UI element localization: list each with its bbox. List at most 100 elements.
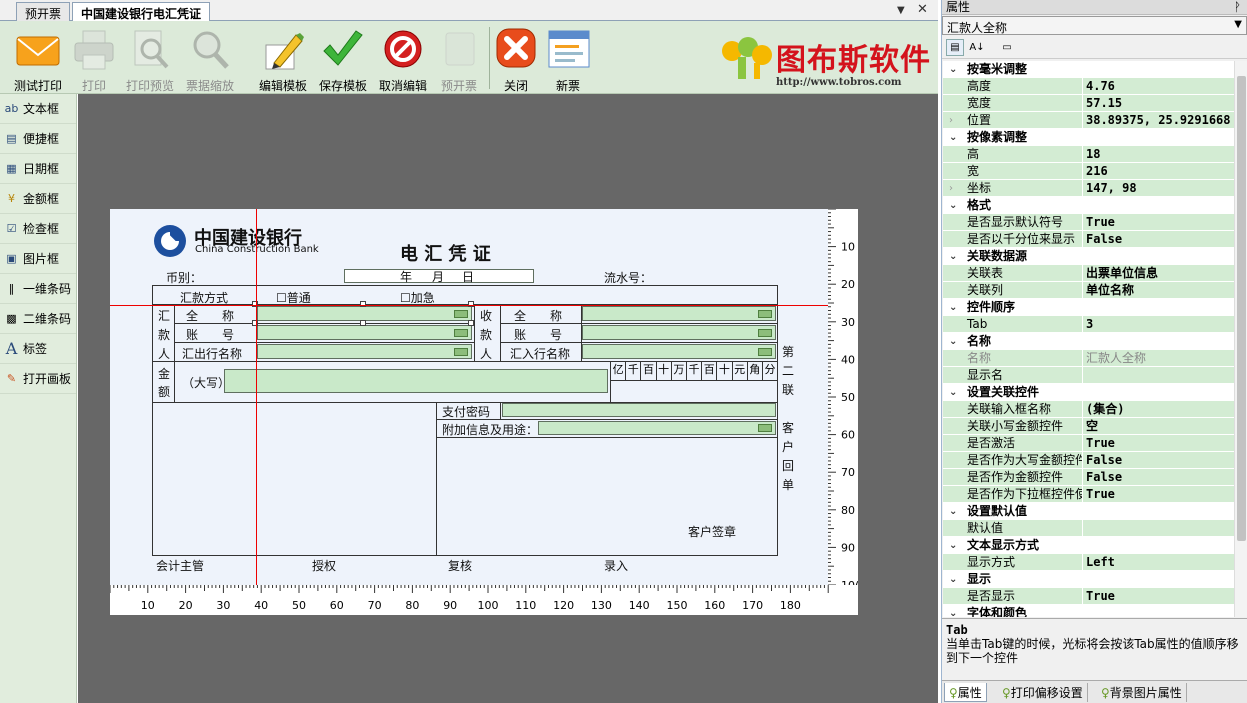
sidebar-item-quickbox[interactable]: ▤ 便捷框 <box>0 124 76 154</box>
property-category[interactable]: ⌄ 设置关联控件 <box>943 384 1234 401</box>
property-value[interactable]: (集合) <box>1083 401 1234 418</box>
field-button-icon[interactable] <box>454 310 468 318</box>
property-row[interactable]: 是否显示 True <box>943 588 1234 605</box>
property-row[interactable]: 是否作为金额控件 False <box>943 469 1234 486</box>
collapse-chevron-icon[interactable]: ⌄ <box>949 333 957 350</box>
property-row[interactable]: 默认值 <box>943 520 1234 537</box>
property-value[interactable]: 4.76 <box>1083 78 1234 95</box>
sidebar-item-textbox[interactable]: ab 文本框 <box>0 94 76 124</box>
capital-amount-field[interactable] <box>224 369 608 393</box>
property-category[interactable]: ⌄ 按像素调整 <box>943 129 1234 146</box>
property-value[interactable]: 38.89375, 25.9291668 <box>1083 112 1234 129</box>
tab-pre-invoice[interactable]: 预开票 <box>16 2 71 21</box>
collapse-chevron-icon[interactable]: ⌄ <box>949 129 957 146</box>
tab-print-offset[interactable]: ♀打印偏移设置 <box>998 683 1088 702</box>
property-category[interactable]: ⌄ 控件顺序 <box>943 299 1234 316</box>
property-value[interactable]: True <box>1083 214 1234 231</box>
property-row[interactable]: 是否以千分位来显示 False <box>943 231 1234 248</box>
extra-info-field[interactable] <box>538 421 776 435</box>
property-value[interactable]: 3 <box>1083 316 1234 333</box>
remit-bank-field[interactable] <box>257 344 472 359</box>
property-row[interactable]: 关联列 单位名称 <box>943 282 1234 299</box>
guide-line-vertical[interactable] <box>256 209 257 585</box>
recv-bank-field[interactable] <box>582 344 776 359</box>
property-row[interactable]: 显示名 <box>943 367 1234 384</box>
property-value[interactable]: 147, 98 <box>1083 180 1234 197</box>
property-row[interactable]: 高 18 <box>943 146 1234 163</box>
save-template-button[interactable]: 保存模板 <box>312 25 374 93</box>
property-row[interactable]: 名称 汇款人全称 <box>943 350 1234 367</box>
property-value[interactable]: 空 <box>1083 418 1234 435</box>
property-row[interactable]: 是否激活 True <box>943 435 1234 452</box>
pre-invoice-button[interactable]: 预开票 <box>428 25 490 93</box>
property-value[interactable] <box>1083 367 1234 384</box>
remitter-name-field[interactable] <box>257 306 472 321</box>
field-button-icon[interactable] <box>758 329 772 337</box>
property-category[interactable]: ⌄ 关联数据源 <box>943 248 1234 265</box>
sidebar-item-datebox[interactable]: ▦ 日期框 <box>0 154 76 184</box>
sidebar-item-label-control[interactable]: A 标签 <box>0 334 76 364</box>
collapse-chevron-icon[interactable]: ⌄ <box>949 384 957 401</box>
resize-handle[interactable] <box>360 301 366 307</box>
property-value[interactable]: 出票单位信息 <box>1083 265 1234 282</box>
scrollbar-thumb[interactable] <box>1237 76 1246 541</box>
tab-properties[interactable]: ♀属性 <box>944 683 987 702</box>
property-row[interactable]: 显示方式 Left <box>943 554 1234 571</box>
property-value[interactable]: True <box>1083 435 1234 452</box>
tab-ccb-voucher[interactable]: 中国建设银行电汇凭证 <box>72 2 211 22</box>
property-category[interactable]: ⌄ 格式 <box>943 197 1234 214</box>
sidebar-item-imagebox[interactable]: ▣ 图片框 <box>0 244 76 274</box>
test-print-button[interactable]: 测试打印 <box>7 25 69 93</box>
alphabetical-sort-icon[interactable]: A↓ <box>968 39 986 56</box>
payee-name-field[interactable] <box>582 306 776 321</box>
expand-chevron-icon[interactable]: › <box>949 180 953 196</box>
property-row[interactable]: 关联输入框名称 (集合) <box>943 401 1234 418</box>
collapse-chevron-icon[interactable]: ⌄ <box>949 197 957 214</box>
pay-password-field[interactable] <box>502 403 776 417</box>
property-value[interactable]: 汇款人全称 <box>1083 350 1234 367</box>
property-value[interactable]: False <box>1083 231 1234 248</box>
field-button-icon[interactable] <box>758 310 772 318</box>
edit-template-button[interactable]: 编辑模板 <box>252 25 314 93</box>
property-row[interactable]: 宽 216 <box>943 163 1234 180</box>
property-category[interactable]: ⌄ 字体和颜色 <box>943 605 1234 617</box>
property-category[interactable]: ⌄ 按毫米调整 <box>943 61 1234 78</box>
property-value[interactable]: True <box>1083 486 1234 503</box>
field-button-icon[interactable] <box>758 348 772 356</box>
normal-option[interactable]: ☐普通 <box>276 289 311 306</box>
collapse-chevron-icon[interactable]: ⌄ <box>949 537 957 554</box>
pin-icon[interactable]: ᚹ <box>1234 0 1241 15</box>
sidebar-item-open-palette[interactable]: ✎ 打开画板 <box>0 364 76 394</box>
property-value[interactable]: False <box>1083 469 1234 486</box>
property-row[interactable]: 是否显示默认符号 True <box>943 214 1234 231</box>
property-grid[interactable]: ⌄ 按毫米调整 高度 4.76 宽度 57.15 › 位置 38.89375, 25.92916… <box>943 61 1234 617</box>
field-button-icon[interactable] <box>454 329 468 337</box>
property-pages-icon[interactable]: ▭ <box>998 39 1016 56</box>
remitter-account-field[interactable] <box>257 325 472 340</box>
property-row[interactable]: 关联表 出票单位信息 <box>943 265 1234 282</box>
tab-background-image[interactable]: ♀背景图片属性 <box>1097 683 1187 702</box>
property-value[interactable]: False <box>1083 452 1234 469</box>
property-value[interactable]: Left <box>1083 554 1234 571</box>
resize-handle[interactable] <box>252 320 258 326</box>
property-value[interactable]: 18 <box>1083 146 1234 163</box>
urgent-option[interactable]: ☐加急 <box>400 289 435 306</box>
field-button-icon[interactable] <box>454 348 468 356</box>
close-tab-icon[interactable]: ✕ <box>917 2 928 17</box>
print-preview-button[interactable]: 打印预览 <box>119 25 181 93</box>
expand-chevron-icon[interactable]: › <box>949 112 953 128</box>
property-category[interactable]: ⌄ 设置默认值 <box>943 503 1234 520</box>
resize-handle[interactable] <box>252 301 258 307</box>
zoom-button[interactable]: 票据缩放 <box>179 25 241 93</box>
cancel-edit-button[interactable]: 取消编辑 <box>372 25 434 93</box>
property-value[interactable]: 57.15 <box>1083 95 1234 112</box>
property-value[interactable] <box>1083 520 1234 537</box>
categorized-view-icon[interactable]: ▤ <box>946 39 964 56</box>
sidebar-item-qrcode[interactable]: ▩ 二维条码 <box>0 304 76 334</box>
property-row[interactable]: 是否作为大写金额控件 False <box>943 452 1234 469</box>
collapse-chevron-icon[interactable]: ⌄ <box>949 503 957 520</box>
property-row[interactable]: 宽度 57.15 <box>943 95 1234 112</box>
property-row[interactable]: 关联小写金额控件 空 <box>943 418 1234 435</box>
field-button-icon[interactable] <box>758 424 772 432</box>
guide-line-horizontal[interactable] <box>110 305 858 306</box>
